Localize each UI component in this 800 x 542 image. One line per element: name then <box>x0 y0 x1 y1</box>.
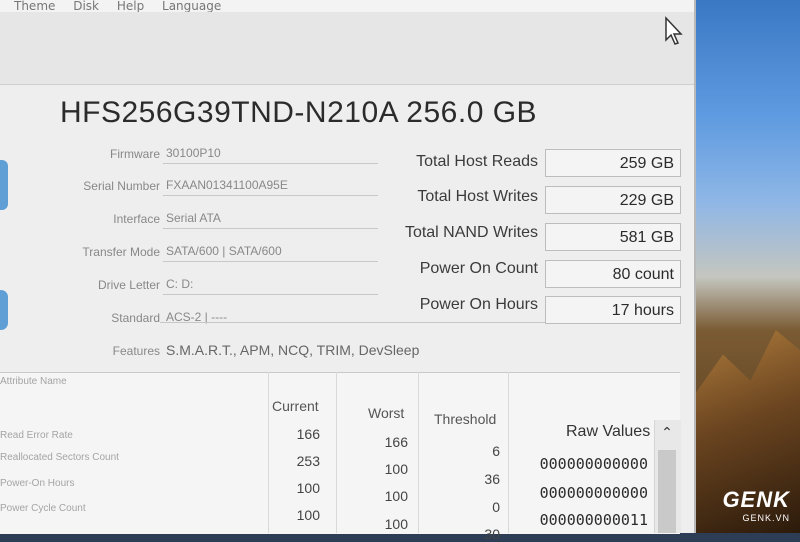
column-divider <box>418 372 419 533</box>
attribute-name-cell[interactable]: Read Error Rate <box>0 430 120 441</box>
menu-theme[interactable]: Theme <box>14 0 55 12</box>
worst-cell: 100 <box>384 516 408 532</box>
threshold-cell: 30 <box>484 526 500 542</box>
site-watermark: GENK GENK.VN <box>722 487 790 523</box>
power-on-hours-label: Power On Hours <box>419 296 538 313</box>
power-on-hours-value: 17 hours <box>545 296 681 324</box>
worst-cell: 100 <box>384 488 408 504</box>
raw-value-cell: 000000000000 <box>539 455 648 473</box>
mouse-cursor-icon <box>665 16 683 45</box>
menu-help[interactable]: Help <box>117 0 144 12</box>
scrollbar-thumb[interactable] <box>658 450 676 533</box>
drive-toolbar <box>0 12 694 85</box>
menu-disk[interactable]: Disk <box>73 0 99 12</box>
features-value: S.M.A.R.T., APM, NCQ, TRIM, DevSleep <box>166 342 420 358</box>
attribute-name-header[interactable]: Attribute Name <box>0 376 120 387</box>
worst-column-header[interactable]: Worst <box>368 405 404 421</box>
standard-label: Standard <box>111 311 160 325</box>
current-cell: 166 <box>296 426 320 442</box>
current-cell: 253 <box>296 453 320 469</box>
menu-bar: Theme Disk Help Language <box>0 0 694 12</box>
total-host-reads-label: Total Host Reads <box>416 153 538 170</box>
worst-cell: 166 <box>384 434 408 450</box>
chevron-up-icon[interactable]: ⌃ <box>654 420 680 446</box>
attribute-name-cell[interactable]: Reallocated Sectors Count <box>0 452 120 463</box>
menu-language[interactable]: Language <box>162 0 221 12</box>
drive-letter-label: Drive Letter <box>97 278 160 292</box>
firmware-label: Firmware <box>110 147 160 161</box>
watermark-brand: GENK <box>722 487 790 512</box>
current-column-header[interactable]: Current <box>272 398 319 414</box>
threshold-column-header[interactable]: Threshold <box>434 411 496 427</box>
raw-value-cell: 000000000000 <box>539 484 648 502</box>
power-on-count-value: 80 count <box>545 260 681 288</box>
raw-value-cell: 000000000011 <box>539 511 648 529</box>
threshold-cell: 36 <box>484 471 500 487</box>
total-nand-writes-label: Total NAND Writes <box>404 224 538 241</box>
column-divider <box>336 372 337 533</box>
current-cell: 100 <box>296 507 320 523</box>
drive-model-title: HFS256G39TND-N210A 256.0 GB <box>60 96 538 129</box>
column-divider <box>268 372 269 533</box>
threshold-cell: 0 <box>492 499 500 515</box>
attribute-name-cell[interactable]: Power-On Hours <box>0 478 120 489</box>
raw-values-column-header[interactable]: Raw Values <box>566 423 650 441</box>
transfer-mode-value: SATA/600 | SATA/600 <box>163 241 378 262</box>
attribute-name-cell[interactable]: Power Cycle Count <box>0 503 120 514</box>
threshold-cell: 6 <box>492 443 500 459</box>
total-nand-writes-value: 581 GB <box>545 223 681 251</box>
current-cell: 100 <box>296 480 320 496</box>
transfer-mode-label: Transfer Mode <box>82 245 160 259</box>
column-divider <box>508 372 509 533</box>
worst-cell: 100 <box>384 461 408 477</box>
features-label: Features <box>112 344 160 358</box>
interface-label: Interface <box>113 212 160 226</box>
serial-label: Serial Number <box>83 179 160 193</box>
total-host-writes-label: Total Host Writes <box>417 188 538 205</box>
power-on-count-label: Power On Count <box>419 260 538 277</box>
app-window: Theme Disk Help Language HFS256G39TND-N2… <box>0 0 696 542</box>
total-host-writes-value: 229 GB <box>545 186 681 214</box>
total-host-reads-value: 259 GB <box>545 149 681 177</box>
watermark-site: GENK.VN <box>742 513 790 523</box>
